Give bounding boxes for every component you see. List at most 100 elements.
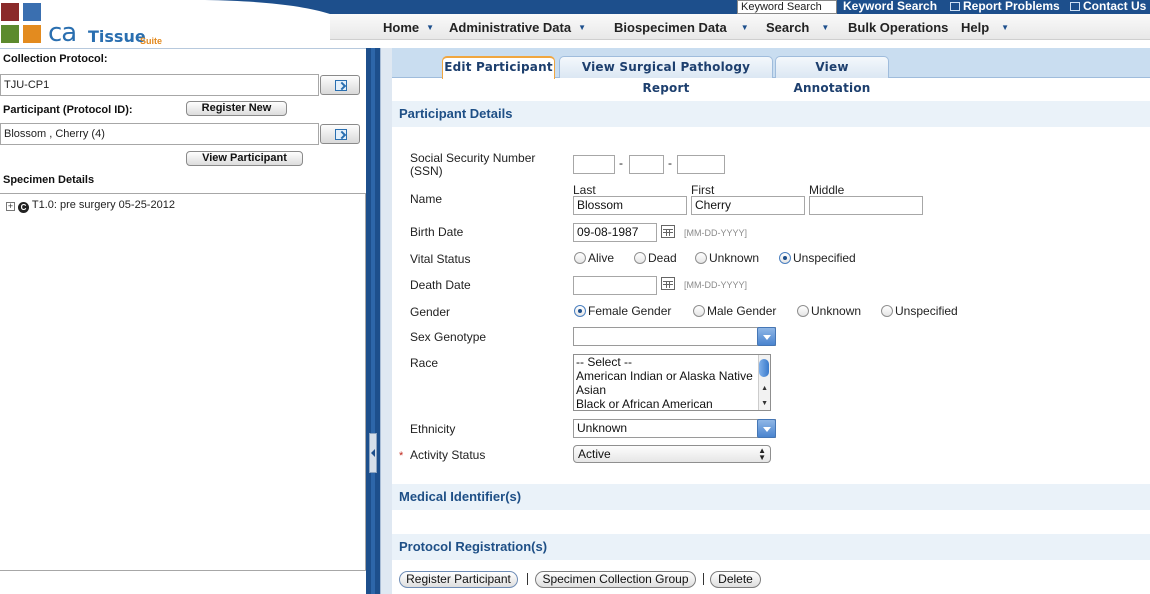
expand-plus-icon[interactable]: + xyxy=(6,202,15,211)
activity-status-label: Activity Status xyxy=(410,448,486,462)
caret-down-icon: ▼ xyxy=(821,23,830,32)
collected-status-icon: C xyxy=(18,202,29,213)
medical-identifiers-header[interactable]: Medical Identifier(s) xyxy=(392,484,1150,510)
ssn-part3-input[interactable] xyxy=(677,155,725,174)
middle-name-label: Middle xyxy=(809,183,845,197)
button-separator xyxy=(527,573,528,585)
main-content: Edit Participant View Surgical Pathology… xyxy=(392,48,1150,594)
ssn-separator: - xyxy=(668,156,672,170)
last-name-input[interactable]: Blossom xyxy=(573,196,687,215)
register-new-button[interactable]: Register New xyxy=(186,101,287,116)
dropdown-arrow-icon[interactable] xyxy=(757,419,776,438)
ssn-part2-input[interactable] xyxy=(629,155,664,174)
participant-field[interactable]: Blossom , Cherry (4) xyxy=(0,123,319,145)
keyword-search-link[interactable]: Keyword Search xyxy=(843,0,937,14)
ssn-separator: - xyxy=(619,156,623,170)
report-problems-link[interactable]: Report Problems xyxy=(950,0,1060,14)
menu-home-label: Home xyxy=(383,20,420,35)
scroll-down-icon[interactable]: ▼ xyxy=(761,400,768,407)
menu-help[interactable]: Help ▼ xyxy=(961,20,1009,35)
radio-icon xyxy=(695,252,707,264)
gender-female-label: Female Gender xyxy=(588,304,672,318)
radio-icon xyxy=(634,252,646,264)
caret-down-icon: ▼ xyxy=(578,23,587,32)
ethnicity-dropdown[interactable]: Unknown xyxy=(573,419,776,438)
ssn-label: Social Security Number (SSN) xyxy=(410,152,535,178)
race-scroll-thumb[interactable] xyxy=(759,359,769,377)
radio-icon xyxy=(797,305,809,317)
view-participant-button[interactable]: View Participant xyxy=(186,151,303,166)
menu-administrative-data[interactable]: Administrative Data ▼ xyxy=(449,20,586,35)
race-listbox[interactable]: -- Select -- American Indian or Alaska N… xyxy=(573,354,771,411)
catissue-logo[interactable]: ca Tissue Suite xyxy=(0,0,170,48)
calendar-icon[interactable] xyxy=(661,277,675,290)
calendar-icon[interactable] xyxy=(661,225,675,238)
vital-status-alive-radio[interactable]: Alive xyxy=(574,251,614,265)
tab-view-annotation[interactable]: View Annotation xyxy=(775,56,889,95)
gender-unspecified-radio[interactable]: Unspecified xyxy=(881,304,958,318)
participant-protocol-id-label: Participant (Protocol ID): xyxy=(3,104,133,116)
menu-search[interactable]: Search ▼ xyxy=(766,20,829,35)
tree-node-label[interactable]: T1.0: pre surgery 05-25-2012 xyxy=(32,199,175,211)
participant-go-button[interactable] xyxy=(320,124,360,144)
sex-genotype-dropdown[interactable] xyxy=(573,327,776,346)
race-option[interactable]: Asian xyxy=(574,383,770,397)
collection-protocol-go-button[interactable] xyxy=(320,75,360,95)
first-name-input[interactable]: Cherry xyxy=(691,196,805,215)
activity-status-value: Active xyxy=(578,447,611,461)
select-updown-icon: ▲ ▼ xyxy=(758,446,766,462)
menu-home[interactable]: Home ▼ xyxy=(383,20,434,35)
collection-protocol-field[interactable]: TJU-CP1 xyxy=(0,74,319,96)
caret-down-icon: ▼ xyxy=(740,23,749,32)
protocol-registrations-header[interactable]: Protocol Registration(s) xyxy=(392,534,1150,560)
vital-status-unspecified-radio[interactable]: Unspecified xyxy=(779,251,856,265)
tab-view-surgical-pathology-report[interactable]: View Surgical Pathology Report xyxy=(559,56,773,95)
gender-unknown-label: Unknown xyxy=(811,304,862,318)
radio-icon xyxy=(693,305,705,317)
menu-biospecimen-data-label: Biospecimen Data xyxy=(614,20,727,35)
keyword-search-input[interactable]: Keyword Search xyxy=(737,0,837,14)
menu-bulk-operations[interactable]: Bulk Operations xyxy=(848,20,948,35)
envelope-icon xyxy=(1070,2,1080,11)
delete-button[interactable]: Delete xyxy=(710,571,761,588)
panel-splitter[interactable] xyxy=(366,48,380,594)
keyword-search-label: Keyword Search xyxy=(843,0,938,13)
radio-selected-icon xyxy=(779,252,791,264)
medical-identifiers-title: Medical Identifier(s) xyxy=(399,489,522,504)
race-option[interactable]: American Indian or Alaska Native xyxy=(574,369,770,383)
register-participant-button[interactable]: Register Participant xyxy=(399,571,518,588)
race-option[interactable]: Black or African American xyxy=(574,397,770,410)
tab-bar: Edit Participant View Surgical Pathology… xyxy=(392,48,1150,95)
middle-name-input[interactable] xyxy=(809,196,923,215)
specimen-collection-group-button[interactable]: Specimen Collection Group xyxy=(535,571,696,588)
vital-status-dead-radio[interactable]: Dead xyxy=(634,251,677,265)
scroll-up-icon[interactable]: ▲ xyxy=(761,385,768,392)
vital-status-unknown-radio[interactable]: Unknown xyxy=(695,251,759,265)
tree-node-scg[interactable]: + C T1.0: pre surgery 05-25-2012 xyxy=(6,199,175,213)
logo-tiles-icon xyxy=(0,2,44,46)
specimen-tree: + C T1.0: pre surgery 05-25-2012 xyxy=(0,193,366,571)
name-label: Name xyxy=(410,192,443,206)
race-option[interactable]: -- Select -- xyxy=(574,355,770,369)
dropdown-arrow-icon[interactable] xyxy=(757,327,776,346)
first-name-label: First xyxy=(691,183,715,197)
vital-status-unknown-label: Unknown xyxy=(709,251,760,265)
activity-status-select[interactable]: Active ▲ ▼ xyxy=(573,445,771,463)
gender-male-radio[interactable]: Male Gender xyxy=(693,304,776,318)
participant-details-header[interactable]: Participant Details xyxy=(392,101,1150,127)
ssn-part1-input[interactable] xyxy=(573,155,615,174)
menu-help-label: Help xyxy=(961,20,990,35)
vital-status-dead-label: Dead xyxy=(648,251,677,265)
collapse-panel-handle[interactable] xyxy=(369,433,377,473)
gender-unknown-radio[interactable]: Unknown xyxy=(797,304,861,318)
gender-unspecified-label: Unspecified xyxy=(895,304,958,318)
caret-down-icon: ▼ xyxy=(1001,23,1010,32)
death-date-format-hint: [MM-DD-YYYY] xyxy=(684,280,747,290)
tab-edit-participant[interactable]: Edit Participant xyxy=(442,56,555,79)
radio-selected-icon xyxy=(574,305,586,317)
birth-date-input[interactable]: 09-08-1987 xyxy=(573,223,657,242)
menu-biospecimen-data[interactable]: Biospecimen Data ▼ xyxy=(614,20,749,35)
death-date-input[interactable] xyxy=(573,276,657,295)
gender-female-radio[interactable]: Female Gender xyxy=(574,304,671,318)
contact-us-link[interactable]: Contact Us xyxy=(1070,0,1146,14)
